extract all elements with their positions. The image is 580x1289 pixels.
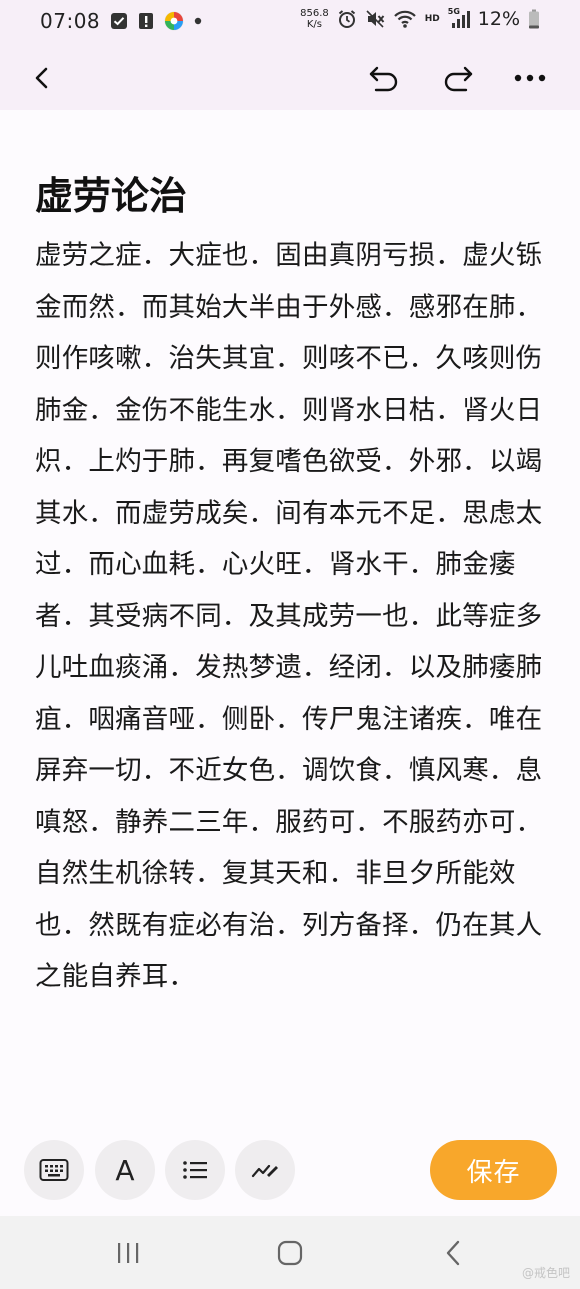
- back-nav-icon: [446, 1240, 460, 1266]
- drawing-icon: [251, 1164, 278, 1178]
- more-options-button[interactable]: [506, 54, 554, 102]
- mute-icon: [365, 9, 385, 29]
- dot-icon: [194, 17, 202, 25]
- app-colorful-icon: [164, 11, 184, 31]
- status-left: 07:08: [40, 9, 202, 33]
- drawing-button[interactable]: [235, 1140, 295, 1200]
- network-speed-unit: K/s: [306, 19, 322, 30]
- network-speed: 856.8 K/s: [300, 8, 329, 30]
- alert-icon: [138, 12, 154, 30]
- hd-badge: HD: [424, 14, 440, 24]
- keyboard-button[interactable]: [24, 1140, 84, 1200]
- watermark: @戒色吧: [521, 1266, 570, 1280]
- note-title[interactable]: 虚劳论治: [35, 168, 187, 224]
- save-button[interactable]: 保存: [430, 1140, 557, 1200]
- keyboard-icon: [39, 1159, 69, 1181]
- note-toolbar: [0, 46, 580, 110]
- checkbox-icon: [110, 12, 128, 30]
- text-format-button[interactable]: A: [95, 1140, 155, 1200]
- more-icon: [514, 74, 546, 82]
- signal-icon: 5G: [447, 7, 470, 30]
- status-right: 856.8 K/s HD 5G 12%: [300, 7, 540, 30]
- redo-button[interactable]: [434, 54, 482, 102]
- undo-icon: [369, 66, 398, 92]
- signal-badge: 5G: [447, 7, 460, 16]
- recent-apps-button[interactable]: [104, 1229, 152, 1277]
- battery-percent: 12%: [477, 8, 520, 30]
- note-body[interactable]: 虚劳之症．大症也．固由真阴亏损．虚火铄金而然．而其始大半由于外感．感邪在肺．则作…: [35, 230, 557, 1003]
- recent-apps-icon: [118, 1243, 139, 1263]
- status-bar: 07:08 856.8 K/s HD 5G 12%: [0, 0, 580, 46]
- back-icon: [35, 67, 48, 89]
- home-icon: [277, 1240, 303, 1266]
- list-button[interactable]: [165, 1140, 225, 1200]
- alarm-icon: [337, 9, 357, 29]
- edit-toolbar: A 保存: [0, 1130, 580, 1212]
- battery-icon: [528, 9, 540, 29]
- wifi-icon: [393, 9, 417, 29]
- navigation-bar: @戒色吧: [0, 1216, 580, 1289]
- back-button[interactable]: [18, 54, 66, 102]
- home-button[interactable]: [266, 1229, 314, 1277]
- network-speed-value: 856.8: [300, 8, 329, 19]
- list-icon: [183, 1161, 207, 1179]
- redo-icon: [444, 66, 473, 92]
- status-time: 07:08: [40, 9, 101, 33]
- nav-back-button[interactable]: [430, 1229, 478, 1277]
- undo-button[interactable]: [360, 54, 408, 102]
- text-format-icon: A: [115, 1153, 135, 1187]
